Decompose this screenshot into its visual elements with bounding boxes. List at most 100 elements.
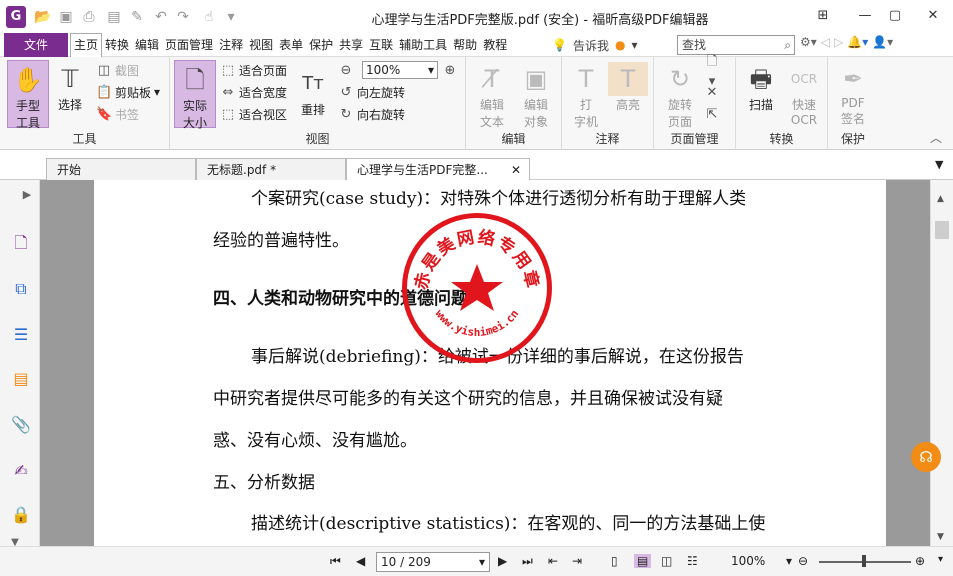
continuous-page-icon[interactable]: ▤ (634, 554, 652, 568)
rotate-right-button[interactable]: ↻ 向右旋转 (338, 104, 405, 124)
tab-list-icon[interactable]: ▼ (935, 158, 943, 171)
tab-current-document[interactable]: 心理学与生活PDF完整... ✕ (346, 158, 530, 181)
signatures-icon[interactable]: ✍ (10, 460, 32, 482)
new-icon[interactable]: ✎ (128, 8, 146, 26)
tab-tutorial[interactable]: 教程 (480, 33, 510, 57)
reflow-button[interactable]: Tт 重排 (296, 65, 330, 133)
tab-comment[interactable]: 注释 (216, 33, 246, 57)
next-page-icon[interactable]: ▶ (498, 554, 507, 568)
scroll-up-icon[interactable]: ▲ (937, 194, 944, 204)
tab-accessibility[interactable]: 辅助工具 (396, 33, 450, 57)
zoom-out-status-icon[interactable]: ⊖ (798, 554, 808, 568)
maximize-button[interactable]: ▢ (880, 6, 910, 26)
tab-help[interactable]: 帮助 (450, 33, 480, 57)
scroll-thumb[interactable] (935, 221, 949, 239)
previous-view-icon[interactable]: ⇤ (548, 554, 558, 568)
save-icon[interactable]: ▣ (57, 8, 75, 26)
tab-share[interactable]: 共享 (336, 33, 366, 57)
select-tool-button[interactable]: 𝕋 选择 (50, 60, 90, 128)
quick-ocr-button[interactable]: OCR 快速 OCR (784, 60, 824, 128)
support-chat-icon[interactable]: ☊ (911, 442, 941, 472)
back-icon[interactable]: ◁ (821, 35, 830, 49)
last-page-icon[interactable]: ⏭ (522, 554, 533, 569)
rotate-left-button[interactable]: ↺ 向左旋转 (338, 82, 405, 102)
zoom-select[interactable]: 100% ▾ (362, 61, 438, 79)
redo-icon[interactable]: ↷ (174, 8, 192, 26)
zoom-level[interactable]: 100% (731, 554, 765, 568)
folder-search-icon[interactable]: ▾ (631, 38, 637, 52)
comments-icon[interactable]: ▤ (10, 368, 32, 390)
close-button[interactable]: ✕ (918, 6, 948, 26)
zoom-in-button[interactable]: ⊕ (442, 60, 458, 80)
tab-protect[interactable]: 保护 (306, 33, 336, 57)
ribbon-options-icon[interactable]: ⊞ (808, 6, 838, 26)
page-number-input[interactable]: 10 / 209 ▾ (376, 552, 490, 572)
attachments-icon[interactable]: 📎 (10, 414, 32, 436)
bookmarks-icon[interactable]: 🗋 (10, 232, 32, 254)
tab-untitled[interactable]: 无标题.pdf * (196, 158, 346, 180)
actual-size-button[interactable]: 🗋 实际 大小 (174, 60, 216, 130)
edit-text-button[interactable]: T̸ 编辑 文本 (472, 60, 512, 129)
tab-convert[interactable]: 转换 (102, 33, 132, 57)
previous-page-icon[interactable]: ◀ (356, 554, 365, 568)
user-avatar-icon[interactable]: 👤▾ (872, 35, 893, 49)
print-icon[interactable]: ⎙ (80, 8, 98, 26)
document-view[interactable]: 个案研究(case study)：对特殊个体进行透彻分析有助于理解人类 经验的普… (40, 180, 930, 546)
tab-start[interactable]: 开始 (46, 158, 196, 180)
zoom-slider-handle[interactable] (862, 555, 866, 567)
vertical-scrollbar[interactable]: ▲ ▼ (930, 180, 953, 546)
settings-icon[interactable]: ⚙▾ (800, 35, 817, 49)
hand-tool-button[interactable]: ✋ 手型 工具 (7, 60, 49, 130)
rotate-page-button[interactable]: ↻ 旋转 页面 (658, 60, 702, 129)
heart-icon[interactable]: ● (615, 38, 625, 52)
hand-icon[interactable]: ☝ (200, 8, 218, 26)
undo-icon[interactable]: ↶ (152, 8, 170, 26)
expand-status-icon[interactable]: ▾ (938, 554, 943, 565)
extract-page-button[interactable]: ⇱ (704, 104, 720, 124)
customize-icon[interactable]: ▾ (222, 8, 240, 26)
minimize-button[interactable]: — (850, 6, 880, 26)
fit-width-button[interactable]: ⇔ 适合宽度 (220, 82, 287, 102)
app-logo-icon[interactable]: G (6, 6, 26, 28)
security-lock-icon[interactable]: 🔒 (10, 504, 32, 526)
tab-connect[interactable]: 互联 (366, 33, 396, 57)
continuous-facing-icon[interactable]: ☷ (687, 554, 698, 568)
file-menu[interactable]: 文件 (4, 33, 68, 57)
delete-page-button[interactable]: ✕ (704, 82, 720, 102)
zoom-out-button[interactable]: ⊖ (338, 60, 354, 80)
collapse-ribbon-icon[interactable]: ︿ (930, 129, 942, 146)
clipboard-button[interactable]: 📋 剪贴板 ▾ (96, 82, 160, 102)
single-page-icon[interactable]: ▯ (611, 554, 618, 568)
bookmark-button[interactable]: 🔖 书签 (96, 104, 139, 124)
tab-edit[interactable]: 编辑 (132, 33, 162, 57)
tab-view[interactable]: 视图 (246, 33, 276, 57)
first-page-icon[interactable]: ⏮ (330, 554, 341, 569)
screenshot-button[interactable]: ◫ 截图 (96, 60, 139, 80)
notification-icon[interactable]: 🔔▾ (847, 35, 868, 49)
zoom-dropdown-icon[interactable]: ▾ (786, 554, 792, 568)
fit-page-button[interactable]: ⬚ 适合页面 (220, 60, 287, 80)
pdf-sign-button[interactable]: ✒ PDF 签名 (832, 60, 874, 128)
next-view-icon[interactable]: ⇥ (572, 554, 582, 568)
tab-page-management[interactable]: 页面管理 (162, 33, 216, 57)
search-input[interactable]: 查找 ⌕ (677, 35, 795, 55)
page-thumbnails-icon[interactable]: ⧉ (10, 278, 32, 300)
tab-home[interactable]: 主页 (70, 33, 103, 57)
close-tab-icon[interactable]: ✕ (511, 159, 521, 181)
expand-panel-icon[interactable]: ▶ (16, 184, 38, 206)
edit-object-button[interactable]: ▣ 编辑 对象 (514, 60, 558, 129)
open-icon[interactable]: 📂 (34, 8, 52, 26)
zoom-in-status-icon[interactable]: ⊕ (915, 554, 925, 568)
search-icon[interactable]: ⌕ (784, 36, 791, 54)
facing-pages-icon[interactable]: ◫ (661, 554, 672, 568)
tell-me[interactable]: 💡 告诉我 ● ▾ (552, 36, 637, 54)
insert-page-button[interactable]: 🗋▾ (704, 54, 720, 89)
print-preview-icon[interactable]: ▤ (105, 8, 123, 26)
forward-icon[interactable]: ▷ (834, 35, 843, 49)
scan-button[interactable]: 🖶 扫描 (740, 60, 782, 128)
scroll-down-icon[interactable]: ▼ (937, 532, 944, 542)
fit-visible-button[interactable]: ⬚ 适合视区 (220, 104, 287, 124)
tab-form[interactable]: 表单 (276, 33, 306, 57)
layers-icon[interactable]: ☰ (10, 324, 32, 346)
highlight-button[interactable]: T 高亮 (608, 60, 648, 128)
